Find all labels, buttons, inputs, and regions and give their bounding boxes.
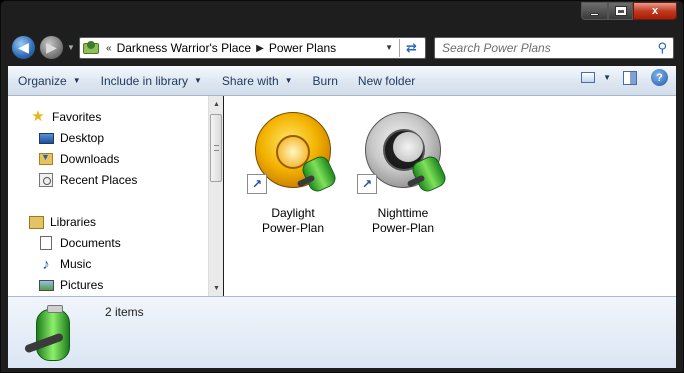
nighttime-power-plan-icon: ↗ — [355, 108, 451, 204]
refresh-icon: ⇄ — [406, 40, 417, 55]
new-folder-button[interactable]: New folder — [348, 69, 425, 93]
breadcrumb-power-plans[interactable]: Power Plans — [269, 41, 336, 55]
forward-arrow-icon: ▶ — [46, 39, 57, 55]
refresh-button[interactable]: ⇄ — [399, 39, 423, 57]
new-folder-label: New folder — [357, 73, 416, 88]
scroll-down-icon[interactable]: ▼ — [213, 285, 220, 292]
navigation-scrollbar[interactable]: ▲ ▼ — [208, 96, 223, 296]
sidebar-item-label: Downloads — [60, 152, 120, 166]
organize-button[interactable]: Organize ▼ — [8, 69, 91, 93]
command-bar: Organize ▼ Include in library ▼ Share with… — [8, 66, 676, 96]
scroll-up-icon[interactable]: ▲ — [213, 101, 220, 108]
power-options-icon — [83, 41, 101, 55]
sidebar-item-pictures[interactable]: Pictures — [38, 277, 103, 293]
preview-pane-icon[interactable] — [623, 70, 637, 85]
sidebar-item-favorites[interactable]: ★ Favorites — [30, 109, 101, 125]
sidebar-item-label: Desktop — [60, 131, 105, 145]
chevron-down-icon: ▼ — [194, 76, 202, 85]
sidebar-item-recent-places[interactable]: Recent Places — [38, 172, 137, 188]
sidebar-item-label: Libraries — [50, 215, 97, 229]
breadcrumb-darkness-warriors-place[interactable]: Darkness Warrior's Place — [117, 41, 252, 55]
burn-label: Burn — [312, 73, 338, 88]
file-item-daylight-power-plan[interactable]: ↗ Daylight Power-Plan — [238, 108, 348, 236]
sidebar-item-desktop[interactable]: Desktop — [38, 130, 104, 146]
view-controls: ▼ ? — [581, 69, 676, 86]
navigation-pane: ★ Favorites Desktop Downloads Recent Pla… — [8, 96, 208, 296]
view-options-dropdown-icon[interactable]: ▼ — [603, 73, 611, 82]
sidebar-item-label: Music — [60, 257, 92, 271]
sidebar-item-downloads[interactable]: Downloads — [38, 151, 119, 167]
organize-label: Organize — [18, 73, 67, 88]
downloads-icon — [38, 151, 54, 167]
documents-icon — [38, 235, 54, 251]
share-with-button[interactable]: Share with ▼ — [212, 69, 303, 93]
caption-buttons: x — [581, 2, 677, 20]
daylight-power-plan-icon: ↗ — [245, 108, 341, 204]
close-icon: x — [651, 5, 659, 17]
search-icon[interactable]: ⚲ — [657, 40, 667, 56]
file-name: Nighttime Power-Plan — [371, 206, 435, 235]
back-arrow-icon: ◀ — [18, 39, 29, 55]
explorer-window: x ◀ ▶ ▼ « Darkness Warrior's Place ▶ Pow… — [0, 0, 684, 373]
file-list: ↗ Daylight Power-Plan ↗ Nighttime Power-… — [224, 96, 676, 296]
help-icon[interactable]: ? — [651, 69, 668, 86]
close-button[interactable]: x — [633, 2, 677, 20]
sidebar-item-libraries[interactable]: Libraries — [28, 214, 96, 230]
address-overflow-icon[interactable]: « — [106, 43, 112, 54]
maximize-icon — [614, 6, 627, 16]
recent-pages-dropdown[interactable]: ▼ — [67, 43, 75, 52]
sidebar-item-label: Pictures — [60, 278, 104, 292]
pictures-icon — [38, 277, 54, 293]
item-count: 2 items — [105, 305, 144, 319]
search-input[interactable] — [442, 41, 642, 55]
chevron-down-icon: ▼ — [284, 76, 293, 85]
change-view-icon[interactable] — [581, 72, 596, 83]
sidebar-item-label: Documents — [60, 236, 121, 250]
minimize-button[interactable] — [581, 2, 608, 20]
address-bar[interactable]: « Darkness Warrior's Place ▶ Power Plans… — [79, 37, 426, 59]
shortcut-arrow-icon: ↗ — [357, 174, 377, 194]
address-dropdown-icon[interactable]: ▼ — [385, 43, 393, 52]
share-with-label: Share with — [221, 73, 279, 88]
music-icon: ♪ — [42, 255, 50, 273]
shortcut-arrow-icon: ↗ — [247, 174, 267, 194]
maximize-button[interactable] — [608, 2, 633, 20]
sidebar-item-documents[interactable]: Documents — [38, 235, 121, 251]
include-in-library-label: Include in library — [100, 73, 188, 88]
file-item-nighttime-power-plan[interactable]: ↗ Nighttime Power-Plan — [348, 108, 458, 236]
file-name: Daylight Power-Plan — [261, 206, 325, 235]
recent-places-icon — [38, 172, 54, 188]
minimize-icon — [590, 12, 599, 16]
burn-button[interactable]: Burn — [303, 69, 348, 93]
battery-plug-icon — [22, 303, 92, 367]
chevron-down-icon: ▼ — [72, 76, 81, 85]
forward-button[interactable]: ▶ — [39, 35, 64, 60]
back-button[interactable]: ◀ — [11, 35, 36, 60]
sidebar-item-music[interactable]: ♪ Music — [38, 255, 92, 273]
scrollbar-thumb[interactable] — [210, 114, 222, 182]
libraries-icon — [28, 214, 44, 230]
include-in-library-button[interactable]: Include in library ▼ — [91, 69, 212, 93]
details-pane: 2 items — [8, 296, 676, 368]
navigation-row: ◀ ▶ ▼ « Darkness Warrior's Place ▶ Power… — [1, 33, 683, 61]
search-box[interactable]: ⚲ — [434, 37, 674, 59]
star-icon: ★ — [31, 108, 45, 125]
desktop-icon — [38, 130, 54, 146]
breadcrumb-separator-icon[interactable]: ▶ — [256, 43, 264, 54]
help-glyph: ? — [656, 71, 663, 84]
sidebar-item-label: Recent Places — [60, 173, 138, 187]
sidebar-item-label: Favorites — [52, 110, 102, 124]
